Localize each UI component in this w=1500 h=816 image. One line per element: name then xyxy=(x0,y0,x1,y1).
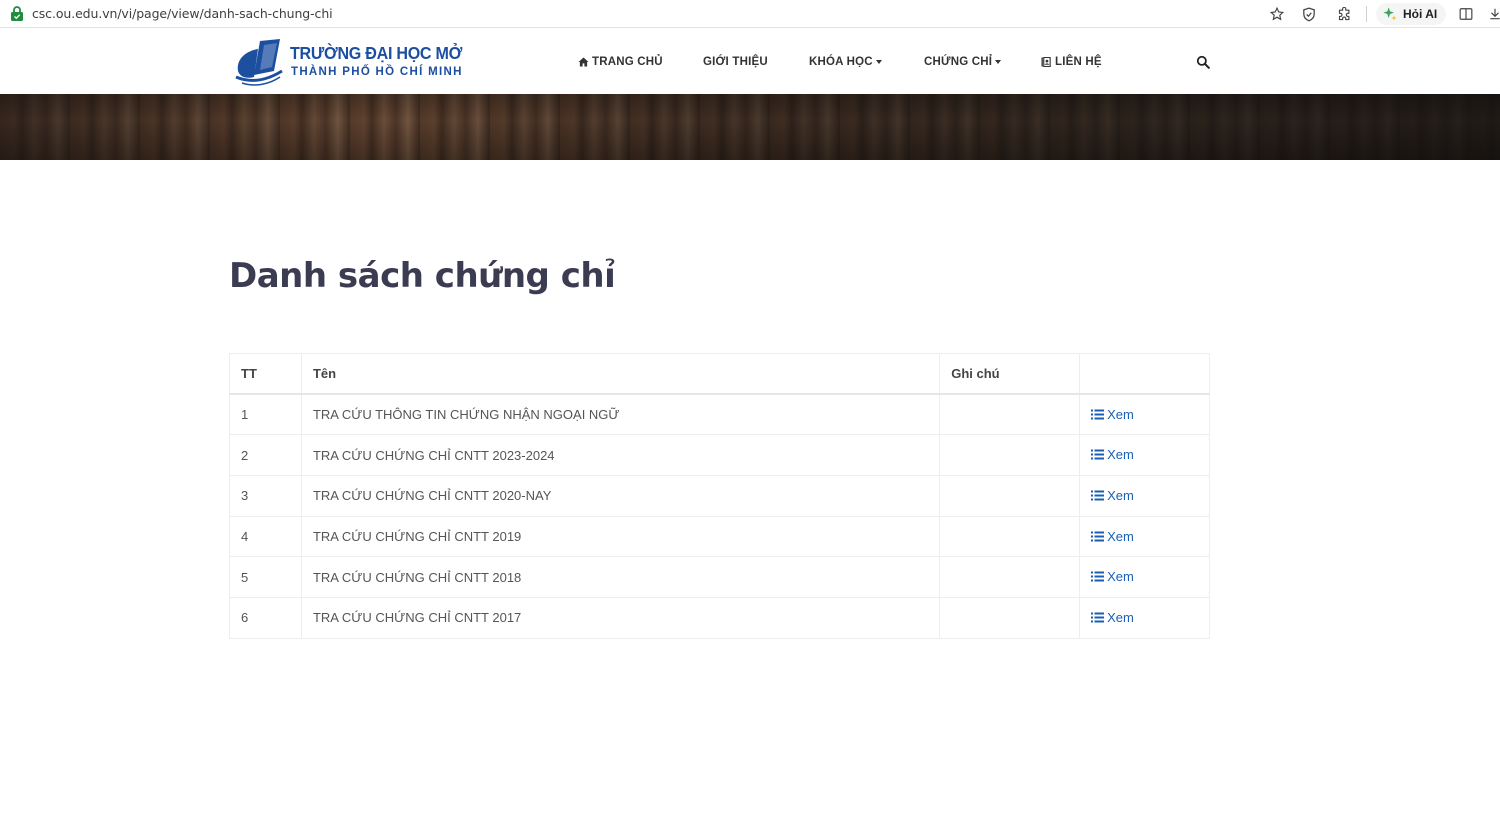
nav-about[interactable]: GIỚI THIỆU xyxy=(703,56,768,68)
row-action: Xem xyxy=(1079,515,1210,558)
view-link[interactable]: Xem xyxy=(1091,610,1134,625)
column-header-action xyxy=(1079,353,1210,396)
table-row: 3 TRA CỨU CHỨNG CHỈ CNTT 2020-NAY Xem xyxy=(229,475,1210,517)
ask-ai-button[interactable]: Hỏi AI xyxy=(1376,3,1446,25)
row-note xyxy=(939,434,1081,477)
row-name: TRA CỨU THÔNG TIN CHỨNG NHẬN NGOẠI NGỮ xyxy=(300,393,941,436)
nav-home-label: TRANG CHỦ xyxy=(592,56,663,68)
row-note xyxy=(939,597,1081,639)
table-row: 1 TRA CỨU THÔNG TIN CHỨNG NHẬN NGOẠI NGỮ… xyxy=(229,393,1210,436)
list-icon xyxy=(1091,490,1105,501)
shield-icon[interactable] xyxy=(1300,5,1318,23)
bookmark-star-icon[interactable] xyxy=(1268,5,1286,23)
nav-certificates-label: CHỨNG CHỈ xyxy=(924,56,993,68)
view-link-label: Xem xyxy=(1107,569,1134,585)
sparkle-icon xyxy=(1383,7,1397,21)
row-name: TRA CỨU CHỨNG CHỈ CNTT 2018 xyxy=(300,556,941,599)
ask-ai-label: Hỏi AI xyxy=(1403,7,1438,21)
row-note xyxy=(939,393,1081,436)
row-name: TRA CỨU CHỨNG CHỈ CNTT 2020-NAY xyxy=(300,475,941,517)
logo-title: TRƯỜNG ĐẠI HỌC MỞ xyxy=(290,43,463,63)
list-icon xyxy=(1091,409,1105,420)
nav-certificates[interactable]: CHỨNG CHỈ xyxy=(924,56,1002,68)
browser-toolbar: csc.ou.edu.vn/vi/page/view/danh-sach-chu… xyxy=(0,0,1500,28)
row-name: TRA CỨU CHỨNG CHỈ CNTT 2017 xyxy=(300,597,941,639)
site-secure-icon[interactable] xyxy=(10,6,24,22)
logo-emblem-icon xyxy=(235,39,283,86)
page-title: Danh sách chứng chỉ xyxy=(229,256,616,296)
caret-down-icon xyxy=(875,60,882,64)
row-action: Xem xyxy=(1079,556,1210,599)
split-view-icon[interactable] xyxy=(1457,5,1475,23)
row-number: 6 xyxy=(229,597,302,639)
row-action: Xem xyxy=(1079,393,1210,436)
list-icon xyxy=(1091,449,1105,460)
view-link-label: Xem xyxy=(1107,447,1134,463)
row-number: 2 xyxy=(229,434,302,477)
row-action: Xem xyxy=(1079,597,1210,639)
nav-about-label: GIỚI THIỆU xyxy=(703,56,768,68)
view-link[interactable]: Xem xyxy=(1091,447,1134,462)
view-link[interactable]: Xem xyxy=(1091,529,1134,544)
view-link-label: Xem xyxy=(1107,528,1134,544)
row-name: TRA CỨU CHỨNG CHỈ CNTT 2019 xyxy=(300,515,941,558)
row-action: Xem xyxy=(1079,434,1210,477)
list-icon xyxy=(1091,612,1105,623)
nav-contact-label: LIÊN HỆ xyxy=(1055,56,1102,68)
view-link-label: Xem xyxy=(1107,487,1134,503)
row-number: 5 xyxy=(229,556,302,599)
column-header-note: Ghi chú xyxy=(939,353,1081,396)
row-action: Xem xyxy=(1079,475,1210,517)
contact-book-icon xyxy=(1041,57,1051,67)
list-icon xyxy=(1091,531,1105,542)
site-header: TRƯỜNG ĐẠI HỌC MỞ THÀNH PHỐ HỒ CHÍ MINH … xyxy=(0,29,1500,94)
row-number: 4 xyxy=(229,515,302,558)
row-note xyxy=(939,515,1081,558)
row-name: TRA CỨU CHỨNG CHỈ CNTT 2023-2024 xyxy=(300,434,941,477)
table-row: 5 TRA CỨU CHỨNG CHỈ CNTT 2018 Xem xyxy=(229,556,1210,599)
view-link[interactable]: Xem xyxy=(1091,569,1134,584)
address-bar-url[interactable]: csc.ou.edu.vn/vi/page/view/danh-sach-chu… xyxy=(32,6,333,21)
view-link-label: Xem xyxy=(1107,609,1134,625)
nav-contact[interactable]: LIÊN HỆ xyxy=(1041,56,1102,68)
table-row: 2 TRA CỨU CHỨNG CHỈ CNTT 2023-2024 Xem xyxy=(229,434,1210,477)
row-note xyxy=(939,475,1081,517)
column-header-name: Tên xyxy=(300,353,941,396)
row-number: 3 xyxy=(229,475,302,517)
toolbar-divider xyxy=(1366,6,1367,22)
table-header-row: TT Tên Ghi chú xyxy=(229,353,1210,396)
logo-subtitle: THÀNH PHỐ HỒ CHÍ MINH xyxy=(291,66,463,78)
view-link[interactable]: Xem xyxy=(1091,488,1134,503)
row-number: 1 xyxy=(229,393,302,436)
column-header-no: TT xyxy=(229,353,302,396)
table-row: 6 TRA CỨU CHỨNG CHỈ CNTT 2017 Xem xyxy=(229,597,1210,639)
extensions-puzzle-icon[interactable] xyxy=(1335,5,1353,23)
nav-home[interactable]: TRANG CHỦ xyxy=(578,56,663,68)
list-icon xyxy=(1091,571,1105,582)
certificate-table: TT Tên Ghi chú 1 TRA CỨU THÔNG TIN CHỨNG… xyxy=(229,353,1210,639)
caret-down-icon xyxy=(995,60,1002,64)
view-link[interactable]: Xem xyxy=(1091,407,1134,422)
view-link-label: Xem xyxy=(1107,406,1134,422)
university-logo[interactable]: TRƯỜNG ĐẠI HỌC MỞ THÀNH PHỐ HỒ CHÍ MINH xyxy=(232,37,462,89)
page-banner-image xyxy=(0,94,1500,160)
search-icon[interactable] xyxy=(1196,55,1210,69)
table-row: 4 TRA CỨU CHỨNG CHỈ CNTT 2019 Xem xyxy=(229,515,1210,558)
row-note xyxy=(939,556,1081,599)
download-icon[interactable] xyxy=(1486,5,1500,23)
nav-courses-label: KHÓA HỌC xyxy=(809,56,873,68)
nav-courses[interactable]: KHÓA HỌC xyxy=(809,56,882,68)
home-icon xyxy=(578,57,589,67)
